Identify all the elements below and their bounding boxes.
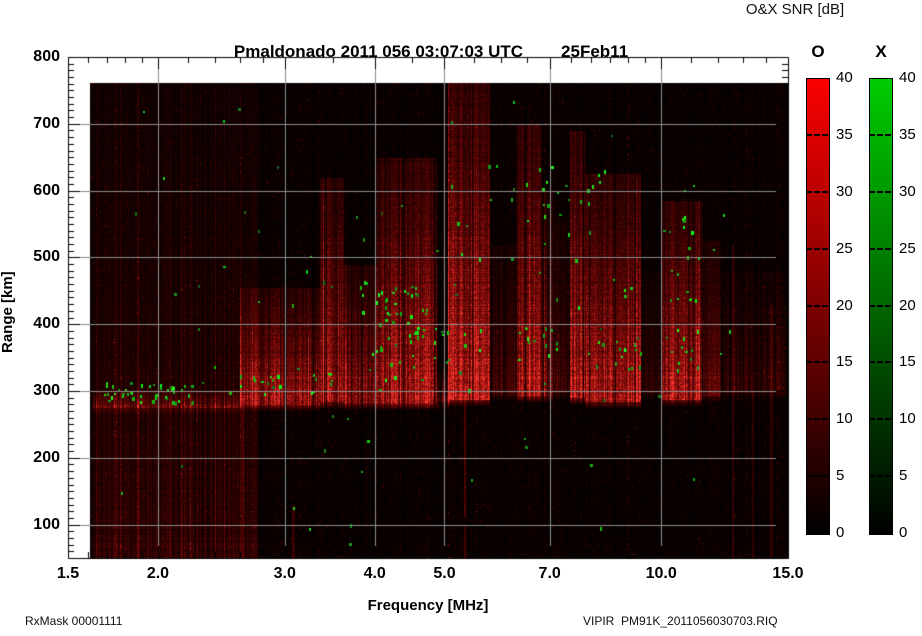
colorbar-o-tick-label: 15 [836, 353, 853, 371]
y-tick-label: 800 [33, 48, 60, 65]
colorbar-o-tick-dash [806, 247, 828, 250]
y-tick-label: 600 [33, 181, 60, 199]
x-tick-label: 3.0 [273, 565, 296, 582]
ionogram-plot-canvas [0, 0, 922, 636]
colorbar-o-tick-dash [806, 133, 828, 136]
colorbar-o-tick-label: 35 [836, 125, 853, 143]
colorbar-o-tick-dash [806, 361, 828, 364]
colorbar-x-tick-label: 25 [899, 239, 916, 257]
ionogram-page: Pmaldonado 2011 056 03:07:03 UTC 25Feb11 … [0, 0, 922, 636]
colorbar-title: O&X SNR [dB] [745, 1, 845, 18]
colorbar-o-header: O [811, 42, 825, 61]
colorbar-x-tick-label: 0 [899, 524, 908, 541]
x-tick-label: 1.5 [56, 565, 80, 582]
plot-date: 25Feb11 [561, 42, 629, 61]
colorbar-x-tick-dash [869, 361, 891, 364]
x-tick-label: 10.0 [645, 565, 677, 582]
plot-title: Pmaldonado 2011 056 03:07:03 UTC 25Feb11 [215, 22, 628, 82]
colorbar-x-tick-label: 5 [899, 467, 908, 485]
colorbar-x-tick-label: 10 [899, 410, 916, 428]
colorbar-o-tick-label: 5 [836, 467, 845, 485]
plot-title-text: Pmaldonado 2011 056 03:07:03 UTC [233, 42, 524, 61]
y-tick-label: 300 [33, 382, 60, 399]
x-tick-label: 7.0 [538, 565, 561, 582]
colorbar-x-tick-dash [869, 247, 891, 250]
colorbar-o-tick-label: 25 [836, 239, 853, 257]
rx-mask-text: RxMask 00001111 [25, 614, 123, 628]
colorbar-o-tick-dash [806, 190, 828, 193]
colorbar-x-tick-label: 20 [899, 296, 916, 314]
colorbar-x-tick-dash [869, 304, 891, 307]
colorbar-o-tick-label: 10 [836, 410, 853, 428]
y-tick-label: 200 [33, 448, 60, 466]
colorbar-x-tick-dash [869, 190, 891, 193]
x-tick-label: 15.0 [772, 565, 804, 582]
colorbar-o-tick-label: 20 [836, 296, 853, 314]
colorbar-x-tick-label: 35 [899, 125, 916, 143]
colorbar-o-tick-dash [806, 475, 828, 478]
colorbar-o-gradient [806, 78, 830, 535]
colorbar-x-gradient [869, 78, 893, 535]
y-axis-label: Range [km] [0, 271, 16, 353]
colorbar-x-header: X [875, 42, 887, 61]
colorbar-o-tick-dash [806, 418, 828, 421]
colorbar-x-tick-label: 40 [899, 69, 916, 86]
colorbar-o-tick-label: 40 [836, 69, 853, 86]
colorbar-x-tick-dash [869, 133, 891, 136]
y-tick-label: 100 [33, 515, 60, 533]
y-tick-label: 700 [33, 114, 60, 132]
colorbar-o-tick-dash [806, 304, 828, 307]
colorbar-x-tick-label: 15 [899, 353, 916, 371]
x-tick-label: 4.0 [363, 565, 386, 582]
x-tick-label: 5.0 [433, 565, 456, 582]
colorbar-x-tick-label: 30 [899, 182, 916, 200]
colorbar-o-tick-label: 30 [836, 182, 853, 200]
colorbar-x-tick-dash [869, 475, 891, 478]
y-tick-label: 500 [33, 248, 60, 266]
y-tick-label: 400 [33, 315, 60, 333]
colorbar-o-tick-label: 0 [836, 524, 845, 541]
x-axis-label: Frequency [MHz] [367, 597, 489, 614]
colorbar-x-tick-dash [869, 418, 891, 421]
x-tick-label: 2.0 [146, 565, 170, 582]
data-file-name-text: VIPIR PM91K_2011056030703.RIQ [583, 614, 778, 628]
